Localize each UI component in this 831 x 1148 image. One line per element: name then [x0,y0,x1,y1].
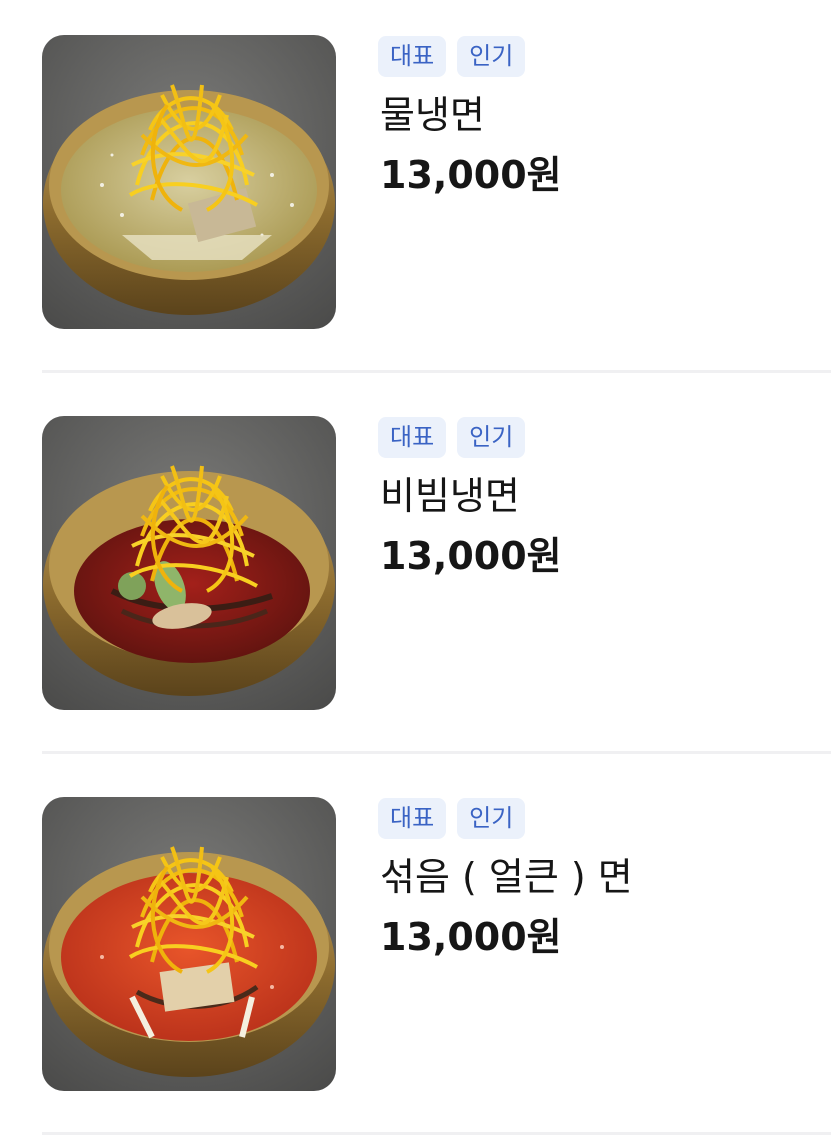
badge-popular: 인기 [457,798,526,839]
divider [42,370,831,373]
food-photo[interactable] [42,35,336,329]
divider [42,751,831,754]
menu-item-price: 13,000원 [380,534,562,578]
badge-signature: 대표 [378,798,447,839]
menu-item-name: 물냉면 [380,93,485,137]
bibim-naengmyeon-photo-icon [42,416,336,710]
mul-naengmyeon-photo-icon [42,35,336,329]
badge-group: 대표 인기 [378,798,526,839]
menu-item-bibim-naengmyeon[interactable]: 대표 인기 비빔냉면 13,000원 [0,381,831,762]
badge-group: 대표 인기 [378,36,526,77]
badge-signature: 대표 [378,36,447,77]
badge-popular: 인기 [457,36,526,77]
spicy-mixed-naengmyeon-photo-icon [42,797,336,1091]
menu-item-spicy-mixed-naengmyeon[interactable]: 대표 인기 섞음 ( 얼큰 ) 면 13,000원 [0,762,831,1143]
menu-item-price: 13,000원 [380,915,562,959]
menu-item-name: 비빔냉면 [380,474,520,518]
menu-item-name: 섞음 ( 얼큰 ) 면 [380,855,633,899]
badge-group: 대표 인기 [378,417,526,458]
badge-signature: 대표 [378,417,447,458]
menu-item-price: 13,000원 [380,153,562,197]
divider [42,1132,831,1135]
food-photo[interactable] [42,797,336,1091]
food-photo[interactable] [42,416,336,710]
menu-item-mul-naengmyeon[interactable]: 대표 인기 물냉면 13,000원 [0,0,831,381]
badge-popular: 인기 [457,417,526,458]
